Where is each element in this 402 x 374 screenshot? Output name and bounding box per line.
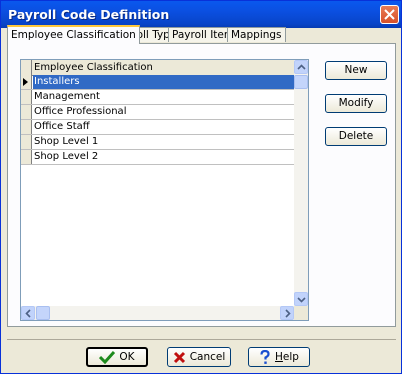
scroll-right-button[interactable] xyxy=(280,306,294,320)
ok-button[interactable]: OK xyxy=(86,347,148,367)
scrollbar-corner xyxy=(294,306,308,320)
checkmark-icon xyxy=(99,350,116,364)
classification-grid[interactable]: Employee Classification Installers Manag… xyxy=(20,59,309,321)
dialog-window: Payroll Code Definition Employee Classif… xyxy=(0,0,402,374)
grid-header-corner xyxy=(21,60,32,75)
tab-employee-classification[interactable]: Employee Classification xyxy=(7,25,140,44)
close-icon xyxy=(384,9,395,20)
row-cell: Office Staff xyxy=(34,121,90,132)
row-indicator xyxy=(21,90,32,104)
horizontal-scrollbar[interactable] xyxy=(21,306,294,320)
row-cell: Installers xyxy=(33,75,295,89)
row-cell: Office Professional xyxy=(34,106,127,117)
cancel-label: Cancel xyxy=(189,351,226,363)
horizontal-scroll-thumb[interactable] xyxy=(36,306,50,320)
table-row[interactable]: Office Staff xyxy=(21,120,294,135)
row-indicator xyxy=(21,75,32,89)
table-row[interactable]: Management xyxy=(21,90,294,105)
close-button[interactable] xyxy=(380,5,399,24)
scroll-left-button[interactable] xyxy=(21,306,35,320)
help-label: Help xyxy=(275,351,299,363)
chevron-left-icon xyxy=(25,309,31,318)
tab-mappings[interactable]: Mappings xyxy=(227,27,286,42)
chevron-down-icon xyxy=(297,297,306,303)
modify-button[interactable]: Modify xyxy=(325,94,387,113)
x-icon xyxy=(173,351,185,363)
chevron-up-icon xyxy=(297,64,306,70)
table-row[interactable]: Office Professional xyxy=(21,105,294,120)
table-row[interactable]: Installers xyxy=(21,75,295,90)
new-button[interactable]: New xyxy=(325,61,387,80)
help-mnemonic: H xyxy=(275,351,283,363)
vertical-scroll-thumb[interactable] xyxy=(294,75,308,89)
triangle-right-icon xyxy=(23,78,28,86)
title-bar[interactable]: Payroll Code Definition xyxy=(1,1,401,28)
help-button[interactable]: Help xyxy=(248,347,310,367)
vertical-scrollbar[interactable] xyxy=(294,60,308,306)
row-cell: Shop Level 2 xyxy=(34,151,99,162)
table-row[interactable]: Shop Level 2 xyxy=(21,150,294,165)
delete-button[interactable]: Delete xyxy=(325,127,387,146)
row-indicator xyxy=(21,150,32,164)
scroll-down-button[interactable] xyxy=(294,292,308,306)
row-indicator xyxy=(21,135,32,149)
grid-header: Employee Classification xyxy=(21,60,294,76)
column-header[interactable]: Employee Classification xyxy=(33,60,295,75)
ok-label: OK xyxy=(119,351,135,363)
window-title: Payroll Code Definition xyxy=(8,7,170,22)
cancel-button[interactable]: Cancel xyxy=(167,347,231,367)
chevron-right-icon xyxy=(285,309,291,318)
scroll-up-button[interactable] xyxy=(294,60,308,74)
row-cell: Shop Level 1 xyxy=(34,136,99,147)
question-icon xyxy=(260,349,270,364)
table-row[interactable]: Shop Level 1 xyxy=(21,135,294,150)
row-indicator xyxy=(21,105,32,119)
row-cell: Management xyxy=(34,91,100,102)
row-indicator xyxy=(21,120,32,134)
